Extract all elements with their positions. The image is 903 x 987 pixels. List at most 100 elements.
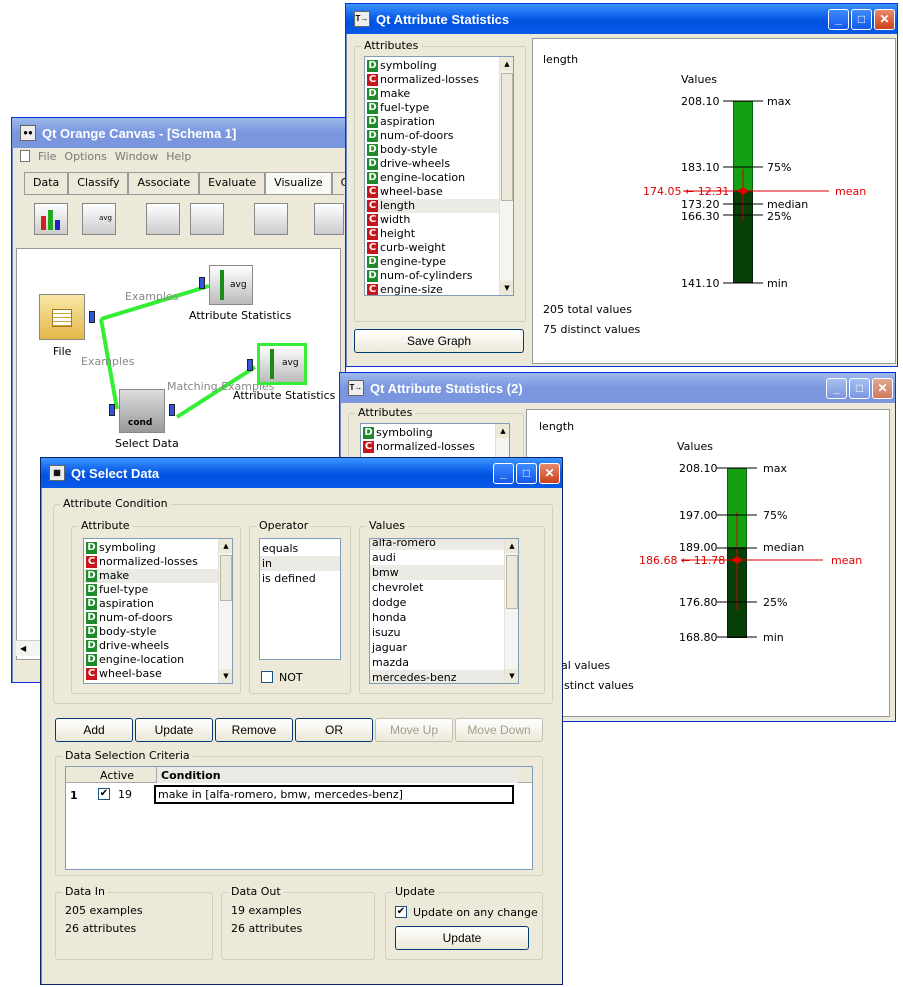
scroll-down-icon[interactable]: ▼ [219, 669, 232, 683]
mosaic-widget-icon[interactable] [190, 203, 224, 235]
header-condition[interactable]: Condition [156, 767, 518, 783]
list-item[interactable]: Clength [365, 199, 499, 213]
close-button[interactable]: ✕ [874, 8, 895, 30]
attribute-statistics-widget-icon[interactable]: avg [82, 203, 116, 235]
value-item[interactable]: chevrolet [370, 580, 504, 595]
select-data-titlebar[interactable]: ▦ Qt Select Data _ □ ✕ [41, 458, 562, 488]
value-item[interactable]: bmw [370, 565, 504, 580]
tab-evaluate[interactable]: Evaluate [199, 172, 266, 194]
list-item[interactable]: Dbody-style [84, 625, 218, 639]
save-graph-button[interactable]: Save Graph [354, 329, 524, 353]
update-condition-button[interactable]: Update [135, 718, 213, 742]
value-item[interactable]: alfa-romero [370, 539, 504, 550]
file-output-port[interactable] [89, 311, 95, 323]
remove-button[interactable]: Remove [215, 718, 293, 742]
values-scrollbar[interactable]: ▲ ▼ [504, 539, 518, 683]
list-item[interactable]: Dfuel-type [84, 583, 218, 597]
menu-options[interactable]: Options [64, 150, 106, 166]
list-item[interactable]: Dbody-style [365, 143, 499, 157]
scroll-down-icon[interactable]: ▼ [500, 281, 513, 295]
close-button[interactable]: ✕ [872, 377, 893, 399]
select-data-output-port[interactable] [169, 404, 175, 416]
value-item[interactable]: isuzu [370, 625, 504, 640]
list-item[interactable]: Cnormalized-losses [361, 440, 495, 454]
operator-is-defined[interactable]: is defined [260, 571, 340, 586]
or-button[interactable]: OR [295, 718, 373, 742]
list-item[interactable]: Cnormalized-losses [84, 555, 218, 569]
list-item[interactable]: Ccurb-weight [365, 241, 499, 255]
distributions-widget-icon[interactable] [34, 203, 68, 235]
list-item[interactable]: Dengine-type [365, 255, 499, 269]
table-row[interactable]: 1 ✔ 19 make in [alfa-romero, bmw, merced… [66, 785, 532, 805]
list-item[interactable]: Ddrive-wheels [365, 157, 499, 171]
radviz-widget-icon[interactable] [314, 203, 344, 235]
operator-equals[interactable]: equals [260, 541, 340, 556]
select-data-node[interactable]: cond [119, 389, 165, 433]
criteria-table[interactable]: Active Condition 1 ✔ 19 make in [alfa-ro… [65, 766, 533, 870]
tab-data[interactable]: Data [24, 172, 69, 194]
attr-stats-node[interactable]: avg [209, 265, 253, 305]
update-button[interactable]: Update [395, 926, 529, 950]
attr-stats2-input-port[interactable] [247, 359, 253, 371]
scroll-up-icon[interactable]: ▲ [500, 57, 513, 71]
list-item[interactable]: Ddrive-wheels [84, 639, 218, 653]
value-item[interactable]: dodge [370, 595, 504, 610]
scroll-thumb[interactable] [501, 73, 513, 201]
minimize-button[interactable]: _ [828, 8, 849, 30]
list-item[interactable]: Dengine-location [84, 653, 218, 667]
list-item[interactable]: Daspiration [365, 115, 499, 129]
header-active[interactable]: Active [100, 769, 134, 782]
attr-stats-titlebar[interactable]: T→ Qt Attribute Statistics _ □ ✕ [346, 4, 897, 34]
row-active-checkbox[interactable]: ✔ [98, 788, 110, 800]
list-item[interactable]: Cwidth [365, 213, 499, 227]
maximize-button[interactable]: □ [516, 462, 537, 484]
operator-listbox[interactable]: equals in is defined [259, 538, 341, 660]
minimize-button[interactable]: _ [826, 377, 847, 399]
list-item[interactable]: Dnum-of-doors [84, 611, 218, 625]
list-item[interactable]: Cnormalized-losses [365, 73, 499, 87]
list-item[interactable]: Dmake [84, 569, 218, 583]
tab-classify[interactable]: Classify [68, 172, 129, 194]
list-item[interactable]: Dnum-of-cylinders [365, 269, 499, 283]
scatterplot-widget-icon[interactable] [146, 203, 180, 235]
attributes2-listbox[interactable]: Dsymboling Cnormalized-losses ▲ [360, 423, 510, 459]
list-item[interactable]: Dfuel-type [365, 101, 499, 115]
canvas-titlebar[interactable]: ●● Qt Orange Canvas - [Schema 1] [12, 118, 345, 148]
move-up-button[interactable]: Move Up [375, 718, 453, 742]
row-condition[interactable]: make in [alfa-romero, bmw, mercedes-benz… [154, 785, 514, 804]
menu-file[interactable]: File [38, 150, 56, 166]
scroll-thumb[interactable] [506, 555, 518, 609]
list-item[interactable]: Dsymboling [84, 541, 218, 555]
scroll-up-icon[interactable]: ▲ [505, 539, 518, 553]
attr-stats2-titlebar[interactable]: T→ Qt Attribute Statistics (2) _ □ ✕ [340, 373, 895, 403]
list-item[interactable]: Cwheel-base [365, 185, 499, 199]
value-item[interactable]: mercedes-benz [370, 670, 504, 683]
close-button[interactable]: ✕ [539, 462, 560, 484]
not-checkbox[interactable] [261, 671, 273, 683]
list-item[interactable]: Cengine-size [365, 283, 499, 295]
menu-window[interactable]: Window [115, 150, 158, 166]
scroll-thumb[interactable] [220, 555, 232, 601]
select-data-input-port[interactable] [109, 404, 115, 416]
value-item[interactable]: jaguar [370, 640, 504, 655]
attributes-scrollbar[interactable]: ▲ ▼ [499, 57, 513, 295]
list-item[interactable]: Daspiration [84, 597, 218, 611]
move-down-button[interactable]: Move Down [455, 718, 543, 742]
tab-visualize[interactable]: Visualize [265, 172, 332, 194]
maximize-button[interactable]: □ [849, 377, 870, 399]
scroll-down-icon[interactable]: ▼ [505, 669, 518, 683]
linear-projection-widget-icon[interactable] [254, 203, 288, 235]
tab-associate[interactable]: Associate [128, 172, 200, 194]
operator-in[interactable]: in [260, 556, 340, 571]
list-item[interactable]: Dmake [365, 87, 499, 101]
maximize-button[interactable]: □ [851, 8, 872, 30]
file-node[interactable] [39, 294, 85, 340]
list-item[interactable]: Dnum-of-doors [365, 129, 499, 143]
list-item[interactable]: Dsymboling [361, 426, 495, 440]
values-listbox[interactable]: alfa-romero audi bmw chevrolet dodge honda isu… [369, 538, 519, 684]
list-item[interactable]: Cheight [365, 227, 499, 241]
scroll-up-icon[interactable]: ▲ [496, 424, 509, 438]
attr-stats-input-port[interactable] [199, 277, 205, 289]
attribute-listbox[interactable]: Dsymboling Cnormalized-losses Dmake Dfuel-t… [83, 538, 233, 684]
attributes2-scrollbar[interactable]: ▲ [495, 424, 509, 458]
